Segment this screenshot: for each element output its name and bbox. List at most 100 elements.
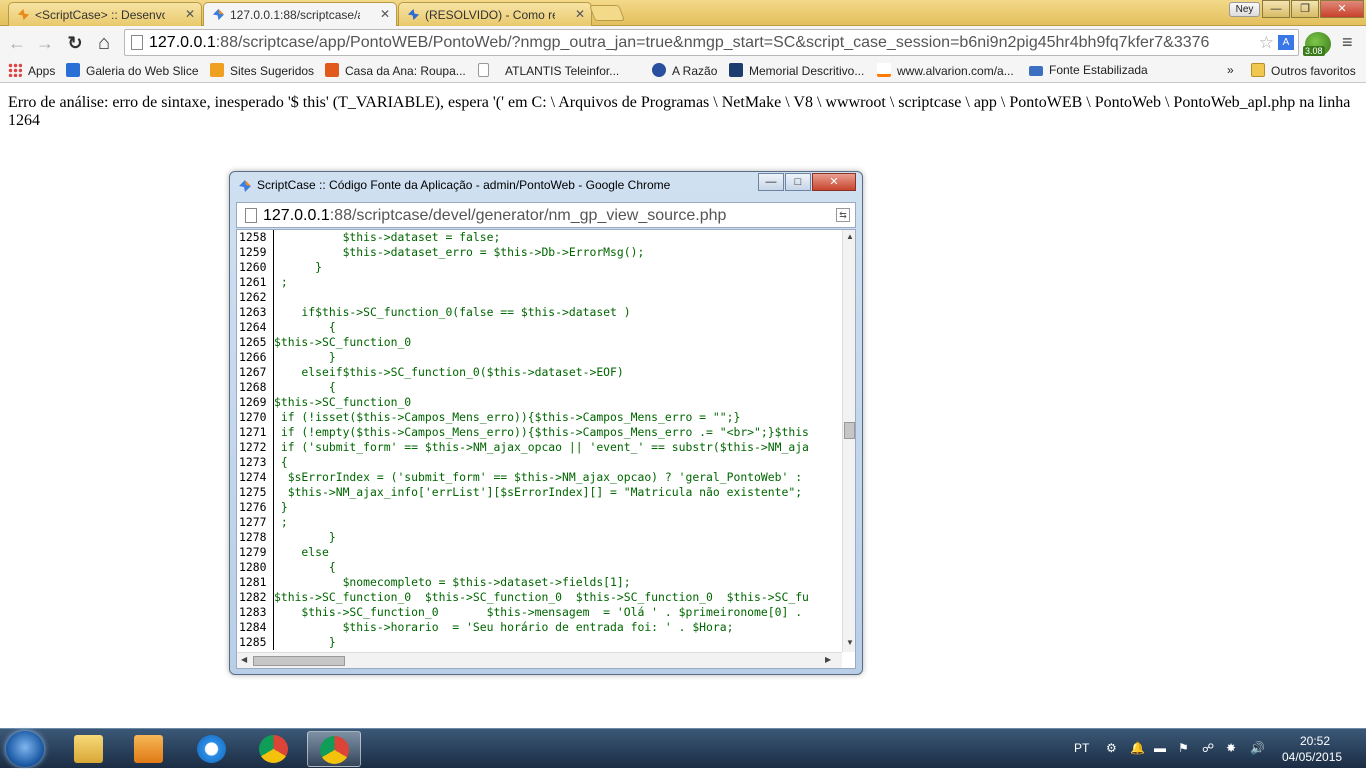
code-line: 1269 $this->SC_function_0 — [237, 395, 842, 410]
vertical-scrollbar[interactable]: ▲ ▼ — [842, 230, 855, 652]
code-line: 1259 $this->dataset_erro = $this->Db->Er… — [237, 245, 842, 260]
memorial-icon — [729, 63, 743, 77]
code-text: $this->NM_ajax_info['errList'][$sErrorIn… — [274, 485, 803, 499]
outlook-icon — [134, 735, 163, 763]
home-button[interactable]: ⌂ — [93, 32, 115, 54]
line-number: 1279 — [237, 545, 274, 560]
forward-button[interactable]: → — [34, 32, 56, 54]
line-number: 1266 — [237, 350, 274, 365]
bookmark-outros-favoritos[interactable]: Outros favoritos — [1251, 63, 1356, 78]
tab-resolvido[interactable]: (RESOLVIDO) - Como reso ✕ — [398, 2, 592, 26]
code-text: $nomecompleto = $this->dataset->fields[1… — [274, 575, 631, 589]
line-number: 1280 — [237, 560, 274, 575]
minimize-button[interactable]: — — [1262, 0, 1290, 18]
bookmark-sites-sugeridos[interactable]: Sites Sugeridos — [210, 63, 314, 78]
close-tab-icon[interactable]: ✕ — [380, 7, 390, 21]
ie-icon — [66, 63, 80, 77]
maximize-button[interactable]: ❐ — [1291, 0, 1319, 18]
close-tab-icon[interactable]: ✕ — [575, 7, 585, 21]
line-number: 1267 — [237, 365, 274, 380]
popup-maximize-button[interactable]: □ — [785, 173, 811, 191]
action-center-flag-icon[interactable]: ⚑ — [1178, 741, 1189, 755]
line-number: 1268 — [237, 380, 274, 395]
translate-icon[interactable]: ⇆ — [836, 208, 850, 222]
code-text: $this->SC_function_0 $this->SC_function_… — [274, 590, 809, 604]
php-parse-error-message: Erro de análise: erro de sintaxe, inespe… — [8, 94, 1351, 129]
line-number: 1274 — [237, 470, 274, 485]
tab-scriptcase[interactable]: <ScriptCase> :: Desenvolv ✕ — [8, 2, 202, 26]
clock-time[interactable]: 20:52 — [1300, 734, 1330, 748]
extension-badge: 3.08 — [1303, 46, 1325, 56]
bookmark-memorial[interactable]: Memorial Descritivo... — [729, 63, 864, 78]
tray-warning-icon[interactable]: ✸ — [1226, 741, 1236, 755]
code-text: $this->SC_function_0 — [274, 335, 412, 349]
vertical-scroll-thumb[interactable] — [844, 422, 855, 439]
popup-address-bar[interactable]: 127.0.0.1:88/scriptcase/devel/generator/… — [236, 202, 856, 228]
page-icon — [131, 35, 143, 50]
scroll-right-arrow-icon[interactable]: ▶ — [825, 655, 831, 664]
profile-button[interactable]: Ney — [1229, 2, 1260, 17]
source-code-viewer[interactable]: 1258 $this->dataset = false; 1259 $this->… — [236, 229, 856, 669]
code-text: $this->SC_function_0 $this->mensagem = '… — [274, 605, 803, 619]
tray-app-icon[interactable]: ⚙ — [1106, 741, 1117, 755]
taskbar-outlook[interactable] — [122, 731, 176, 767]
taskbar-internet-explorer[interactable] — [185, 731, 239, 767]
horizontal-scrollbar[interactable]: ◀ ▶ — [237, 652, 842, 668]
code-line: 1284 $this->horario = 'Seu horário de en… — [237, 620, 842, 635]
line-number: 1275 — [237, 485, 274, 500]
close-window-button[interactable]: ✕ — [1320, 0, 1364, 18]
language-indicator[interactable]: PT — [1074, 741, 1089, 755]
battery-icon[interactable]: ▬ — [1154, 741, 1166, 755]
start-button[interactable] — [6, 731, 44, 767]
tab-source-view[interactable]: 127.0.0.1:88/scriptcase/ap ✕ — [203, 2, 397, 27]
extension-icon[interactable]: 3.08 — [1303, 32, 1331, 56]
code-line: 1282 $this->SC_function_0 $this->SC_funct… — [237, 590, 842, 605]
code-text: ; — [274, 515, 288, 529]
chrome-menu-button[interactable]: ≡ — [1342, 32, 1353, 53]
translate-icon[interactable]: A — [1278, 35, 1294, 50]
close-tab-icon[interactable]: ✕ — [185, 7, 195, 21]
address-url[interactable]: 127.0.0.1:88/scriptcase/app/PontoWEB/Pon… — [149, 34, 1209, 52]
network-icon[interactable]: ☍ — [1202, 741, 1214, 755]
chrome-icon — [320, 736, 349, 764]
bookmark-fonte-estabilizada[interactable]: Fonte Estabilizada — [1029, 63, 1148, 77]
code-line: 1277 ; — [237, 515, 842, 530]
horizontal-scroll-thumb[interactable] — [253, 656, 345, 666]
scroll-down-arrow-icon[interactable]: ▼ — [846, 638, 854, 647]
back-button[interactable]: ← — [6, 32, 28, 54]
reload-button[interactable]: ↻ — [64, 32, 86, 54]
new-tab-button[interactable] — [589, 5, 625, 21]
popup-close-button[interactable]: ✕ — [812, 173, 856, 191]
bookmark-alvarion[interactable]: www.alvarion.com/a... — [877, 63, 1014, 78]
bookmark-atlantis[interactable]: ATLANTIS Teleinfor... — [478, 63, 619, 78]
taskbar-chrome[interactable] — [247, 731, 301, 767]
code-text: } — [274, 260, 323, 274]
popup-minimize-button[interactable]: — — [758, 173, 784, 191]
volume-icon[interactable]: 🔊 — [1250, 741, 1265, 755]
address-bar[interactable]: 127.0.0.1:88/scriptcase/app/PontoWEB/Pon… — [124, 29, 1299, 56]
bookmarks-overflow-button[interactable]: » — [1227, 63, 1234, 77]
code-line: 1285 } — [237, 635, 842, 650]
bookmark-star-icon[interactable]: ☆ — [1259, 33, 1274, 53]
code-line: 1272 if ('submit_form' == $this->NM_ajax… — [237, 440, 842, 455]
scroll-left-arrow-icon[interactable]: ◀ — [241, 655, 247, 664]
bookmark-a-razao[interactable]: A Razão — [652, 63, 717, 78]
page-icon — [245, 208, 257, 223]
clock-date[interactable]: 04/05/2015 — [1282, 750, 1342, 764]
code-text: $this->dataset = false; — [274, 230, 501, 244]
line-number: 1283 — [237, 605, 274, 620]
code-text: } — [274, 500, 288, 514]
scroll-up-arrow-icon[interactable]: ▲ — [846, 232, 854, 241]
taskbar-chrome-active[interactable] — [307, 731, 361, 767]
code-text: $this->dataset_erro = $this->Db->ErrorMs… — [274, 245, 645, 259]
code-text: if$this->SC_function_0(false == $this->d… — [274, 305, 631, 319]
bookmark-apps[interactable]: Apps — [8, 63, 55, 78]
bookmark-casa-da-ana[interactable]: Casa da Ana: Roupa... — [325, 63, 466, 78]
taskbar-explorer[interactable] — [62, 731, 116, 767]
bookmark-web-slice[interactable]: Galeria do Web Slice — [66, 63, 199, 78]
code-line: 1276 } — [237, 500, 842, 515]
chrome-icon — [259, 735, 288, 763]
popup-url[interactable]: 127.0.0.1:88/scriptcase/devel/generator/… — [263, 207, 726, 225]
notification-bell-icon[interactable]: 🔔 — [1130, 741, 1145, 755]
code-line: 1265 $this->SC_function_0 — [237, 335, 842, 350]
